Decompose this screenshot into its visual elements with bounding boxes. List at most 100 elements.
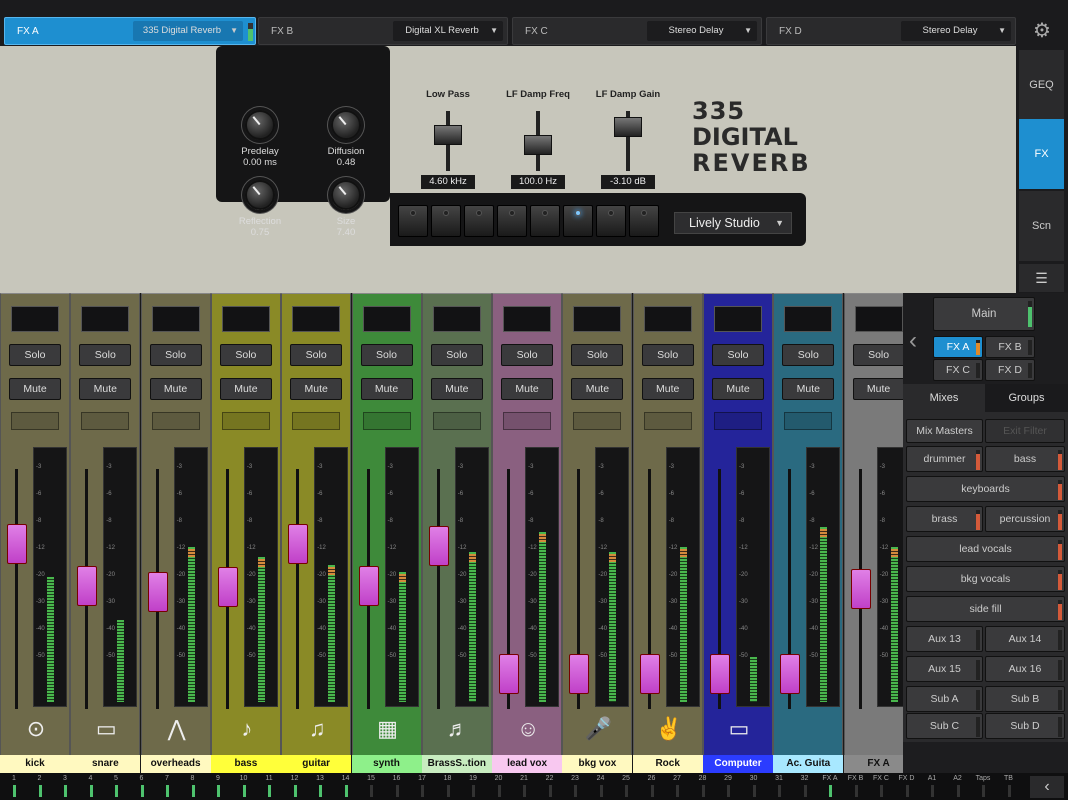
channel-fader-cap[interactable] [499, 654, 520, 694]
mix-button-percussion[interactable]: percussion [985, 506, 1065, 532]
solo-button[interactable]: Solo [360, 344, 413, 366]
select-button[interactable] [714, 412, 762, 430]
channel-name[interactable]: bass [210, 755, 281, 773]
preset-slot-button[interactable] [464, 205, 494, 237]
eq-thumbnail[interactable] [221, 306, 270, 332]
channel-fader-cap[interactable] [7, 524, 27, 564]
channel-name[interactable]: synth [351, 755, 422, 773]
fx-tab-fx-b[interactable]: FX B Digital XL Reverb [258, 17, 508, 45]
mute-button[interactable]: Mute [571, 378, 624, 400]
solo-button[interactable]: Solo [641, 344, 694, 366]
nav-geq[interactable]: GEQ [1019, 50, 1064, 120]
mix-button-drummer[interactable]: drummer [906, 446, 983, 472]
menu-icon[interactable]: ☰ [1019, 264, 1064, 292]
fx-preset-dropdown[interactable]: 335 Digital Reverb [133, 21, 243, 41]
fx-a-button[interactable]: FX A [933, 336, 983, 358]
mute-button[interactable]: Mute [360, 378, 413, 400]
knob-dial[interactable] [331, 180, 361, 210]
fader-low-pass[interactable]: Low Pass 4.60 kHz [408, 89, 488, 189]
fader-cap[interactable] [614, 117, 642, 137]
preset-slot-button[interactable] [497, 205, 527, 237]
chevron-left-icon[interactable]: ‹ [909, 327, 917, 355]
mute-button[interactable]: Mute [430, 378, 483, 400]
channel-name[interactable]: BrassS..tion [421, 755, 492, 773]
eq-thumbnail[interactable] [503, 306, 552, 332]
nav-scenes[interactable]: Scn [1019, 191, 1064, 261]
channel-fader-cap[interactable] [147, 572, 168, 612]
knob-predelay[interactable]: Predelay 0.00 ms [218, 110, 302, 168]
select-button[interactable] [221, 412, 270, 430]
fx-preset-dropdown[interactable]: Stereo Delay [901, 21, 1011, 41]
solo-button[interactable]: Solo [712, 344, 764, 366]
solo-button[interactable]: Solo [501, 344, 554, 366]
mute-button[interactable]: Mute [9, 378, 61, 400]
mute-button[interactable]: Mute [149, 378, 202, 400]
solo-button[interactable]: Solo [852, 344, 905, 366]
fader-lf-damp-gain[interactable]: LF Damp Gain -3.10 dB [588, 89, 668, 189]
solo-button[interactable]: Solo [79, 344, 132, 366]
select-button[interactable] [151, 412, 200, 430]
channel-name[interactable]: Computer [703, 755, 773, 773]
mix-button-side-fill[interactable]: side fill [906, 596, 1065, 622]
mute-button[interactable]: Mute [712, 378, 764, 400]
select-button[interactable] [643, 412, 692, 430]
eq-thumbnail[interactable] [151, 306, 200, 332]
channel-name[interactable]: guitar [281, 755, 352, 773]
select-button[interactable] [503, 412, 552, 430]
fx-b-button[interactable]: FX B [985, 336, 1035, 358]
mute-button[interactable]: Mute [782, 378, 835, 400]
preset-slot-button[interactable] [431, 205, 461, 237]
channel-name[interactable]: Rock [632, 755, 703, 773]
nav-fx[interactable]: FX [1019, 119, 1064, 189]
fx-preset-dropdown[interactable]: Digital XL Reverb [393, 21, 503, 41]
mix-button-aux-16[interactable]: Aux 16 [985, 656, 1065, 682]
knob-size[interactable]: Size 7.40 [304, 180, 388, 238]
eq-thumbnail[interactable] [573, 306, 622, 332]
fx-d-button[interactable]: FX D [985, 359, 1035, 381]
preset-slot-button[interactable] [398, 205, 428, 237]
select-button[interactable] [573, 412, 622, 430]
mix-button-bass[interactable]: bass [985, 446, 1065, 472]
tab-mixes[interactable]: Mixes [903, 384, 985, 412]
mix-button-brass[interactable]: brass [906, 506, 983, 532]
fader-lf-damp-freq[interactable]: LF Damp Freq 100.0 Hz [498, 89, 578, 189]
channel-name[interactable]: lead vox [492, 755, 563, 773]
mix-button-keyboards[interactable]: keyboards [906, 476, 1065, 502]
eq-thumbnail[interactable] [714, 306, 762, 332]
channel-name[interactable]: Ac. Guita [773, 755, 844, 773]
gear-icon[interactable]: ⚙ [1022, 17, 1062, 45]
channel-fader-cap[interactable] [850, 569, 871, 609]
fader-cap[interactable] [434, 125, 462, 145]
select-button[interactable] [11, 412, 59, 430]
channel-fader-cap[interactable] [217, 567, 238, 607]
main-button[interactable]: Main [933, 297, 1035, 331]
eq-thumbnail[interactable] [854, 306, 903, 332]
fx-tab-fx-c[interactable]: FX C Stereo Delay [512, 17, 762, 45]
select-button[interactable] [81, 412, 130, 430]
preset-slot-button[interactable] [563, 205, 593, 237]
solo-button[interactable]: Solo [9, 344, 61, 366]
channel-name[interactable]: kick [0, 755, 70, 773]
fx-tab-fx-a[interactable]: FX A 335 Digital Reverb [4, 17, 256, 45]
select-button[interactable] [362, 412, 411, 430]
mix-button-aux-14[interactable]: Aux 14 [985, 626, 1065, 652]
solo-button[interactable]: Solo [219, 344, 272, 366]
mute-button[interactable]: Mute [79, 378, 132, 400]
eq-thumbnail[interactable] [11, 306, 59, 332]
knob-dial[interactable] [331, 110, 361, 140]
mute-button[interactable]: Mute [219, 378, 272, 400]
channel-fader-cap[interactable] [569, 654, 590, 694]
knob-reflection[interactable]: Reflection 0.75 [218, 180, 302, 238]
mix-button-lead-vocals[interactable]: lead vocals [906, 536, 1065, 562]
mix-button-aux-15[interactable]: Aux 15 [906, 656, 983, 682]
select-button[interactable] [292, 412, 341, 430]
select-button[interactable] [784, 412, 833, 430]
solo-button[interactable]: Solo [430, 344, 483, 366]
mute-button[interactable]: Mute [641, 378, 694, 400]
mix-button-sub-d[interactable]: Sub D [985, 713, 1065, 739]
eq-thumbnail[interactable] [362, 306, 411, 332]
mute-button[interactable]: Mute [852, 378, 905, 400]
channel-fader-cap[interactable] [780, 654, 801, 694]
channel-fader-cap[interactable] [428, 526, 449, 566]
solo-button[interactable]: Solo [290, 344, 343, 366]
